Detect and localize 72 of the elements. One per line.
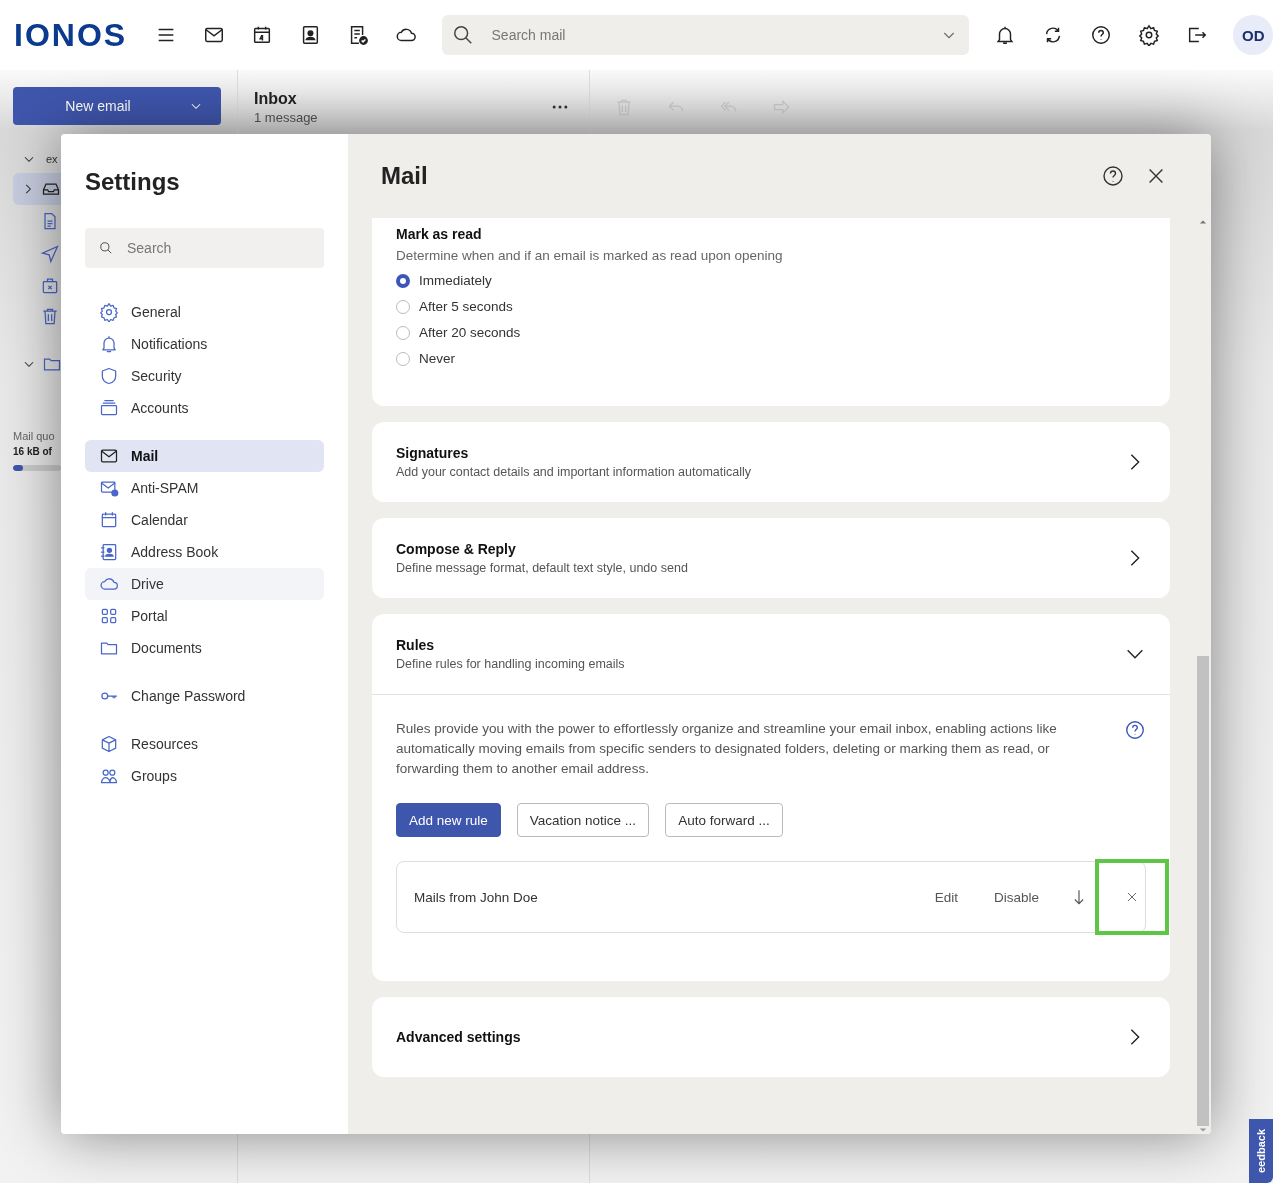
section-title: Signatures xyxy=(396,445,470,461)
radio-option[interactable]: After 20 seconds xyxy=(396,325,1146,340)
rule-button[interactable]: Add new rule xyxy=(396,803,501,837)
settings-nav-item[interactable]: Calendar xyxy=(85,504,324,536)
quota-value: 16 kB of xyxy=(13,446,52,457)
section-title: Mark as read xyxy=(396,226,483,242)
settings-nav-item[interactable]: Portal xyxy=(85,600,324,632)
stack-icon xyxy=(99,398,119,418)
account-name[interactable]: ex xyxy=(46,153,58,165)
settings-nav-item[interactable]: Groups xyxy=(85,760,324,792)
gear-icon xyxy=(99,302,119,322)
new-email-button[interactable]: New email xyxy=(13,87,221,125)
rule-name: Mails from John Doe xyxy=(414,889,539,905)
section-header[interactable]: Compose & Reply Define message format, default text style, undo send xyxy=(372,518,1170,598)
section-title: Compose & Reply xyxy=(396,541,517,557)
radio-option[interactable]: Never xyxy=(396,351,1146,366)
rule-action-link[interactable]: Edit xyxy=(928,888,964,906)
search-field[interactable]: Search xyxy=(85,228,324,268)
search-field[interactable]: Search mail xyxy=(441,15,970,55)
radio-option[interactable]: Immediately xyxy=(396,273,1146,288)
contacts-icon xyxy=(99,542,119,562)
section-description: Determine when and if an email is marked as read upon opening xyxy=(396,248,784,263)
radio-option[interactable]: After 5 seconds xyxy=(396,299,1146,314)
settings-nav-item[interactable]: Mail xyxy=(85,440,324,472)
section-description: Define rules for handling incoming emails xyxy=(396,657,626,671)
help-icon[interactable] xyxy=(1101,164,1125,188)
settings-nav-item[interactable]: General xyxy=(85,296,324,328)
settings-nav-item[interactable]: Drive xyxy=(85,568,324,600)
close-icon xyxy=(1125,890,1139,904)
send-icon[interactable] xyxy=(40,244,60,264)
panel-title: Mail xyxy=(381,162,429,190)
quota-label: Mail quo xyxy=(13,430,55,442)
section-title: Advanced settings xyxy=(396,1029,522,1045)
section-description: Add your contact details and important information automatically xyxy=(396,465,753,479)
message-count: 1 message xyxy=(254,110,318,125)
help-icon[interactable] xyxy=(1124,719,1146,741)
settings-nav-item[interactable]: Security xyxy=(85,360,324,392)
feedback-tab[interactable]: eedback xyxy=(1249,1119,1273,1183)
scroll-up-icon[interactable] xyxy=(1199,218,1207,226)
settings-nav-item[interactable]: Resources xyxy=(85,728,324,760)
scrollbar[interactable] xyxy=(1196,218,1210,1134)
calendar-icon xyxy=(99,510,119,530)
folder-title: Inbox xyxy=(254,90,298,108)
rule-button[interactable]: Auto forward ... xyxy=(665,803,783,837)
section-header[interactable]: Signatures Add your contact details and important information automatically xyxy=(372,422,1170,502)
rule-button[interactable]: Vacation notice ... xyxy=(516,803,650,837)
settings-nav-item[interactable]: Anti-SPAM xyxy=(85,472,324,504)
rule-action-link[interactable]: Disable xyxy=(987,888,1045,906)
settings-title: Settings xyxy=(85,168,181,196)
trash-icon[interactable] xyxy=(40,306,60,326)
section-description: Define message format, default text style, undo send xyxy=(396,561,689,575)
section-header[interactable]: Advanced settings xyxy=(372,997,1170,1077)
shield-icon xyxy=(99,366,119,386)
settings-nav-item[interactable]: Change Password xyxy=(85,680,324,712)
settings-icon[interactable] xyxy=(1138,24,1161,46)
cube-icon xyxy=(99,734,119,754)
radio-button[interactable] xyxy=(396,273,410,288)
search-icon xyxy=(451,24,474,46)
section-header[interactable]: Rules Define rules for handling incoming emails xyxy=(372,614,1170,695)
settings-nav-item[interactable]: Address Book xyxy=(85,536,324,568)
settings-nav-item[interactable]: Notifications xyxy=(85,328,324,360)
rules-description: Rules provide you with the power to effortlessly organize and streamline your email inbox, enabling actions like automatically moving emails from specific senders to designated folders, deleting or marking them as read, or forwarding them to another email address. xyxy=(396,720,1058,778)
help-icon[interactable] xyxy=(1090,24,1113,46)
settings-nav-item[interactable]: Documents xyxy=(85,632,324,664)
grid-icon xyxy=(99,606,119,626)
user-avatar[interactable]: OD xyxy=(1233,15,1273,55)
section-title: Rules xyxy=(396,637,436,653)
search-input[interactable]: Search xyxy=(125,239,310,257)
settings-nav-item[interactable]: Accounts xyxy=(85,392,324,424)
search-input[interactable]: Search mail xyxy=(489,26,926,44)
brand-logo[interactable]: IONOS xyxy=(14,17,137,53)
bell-icon xyxy=(99,334,119,354)
